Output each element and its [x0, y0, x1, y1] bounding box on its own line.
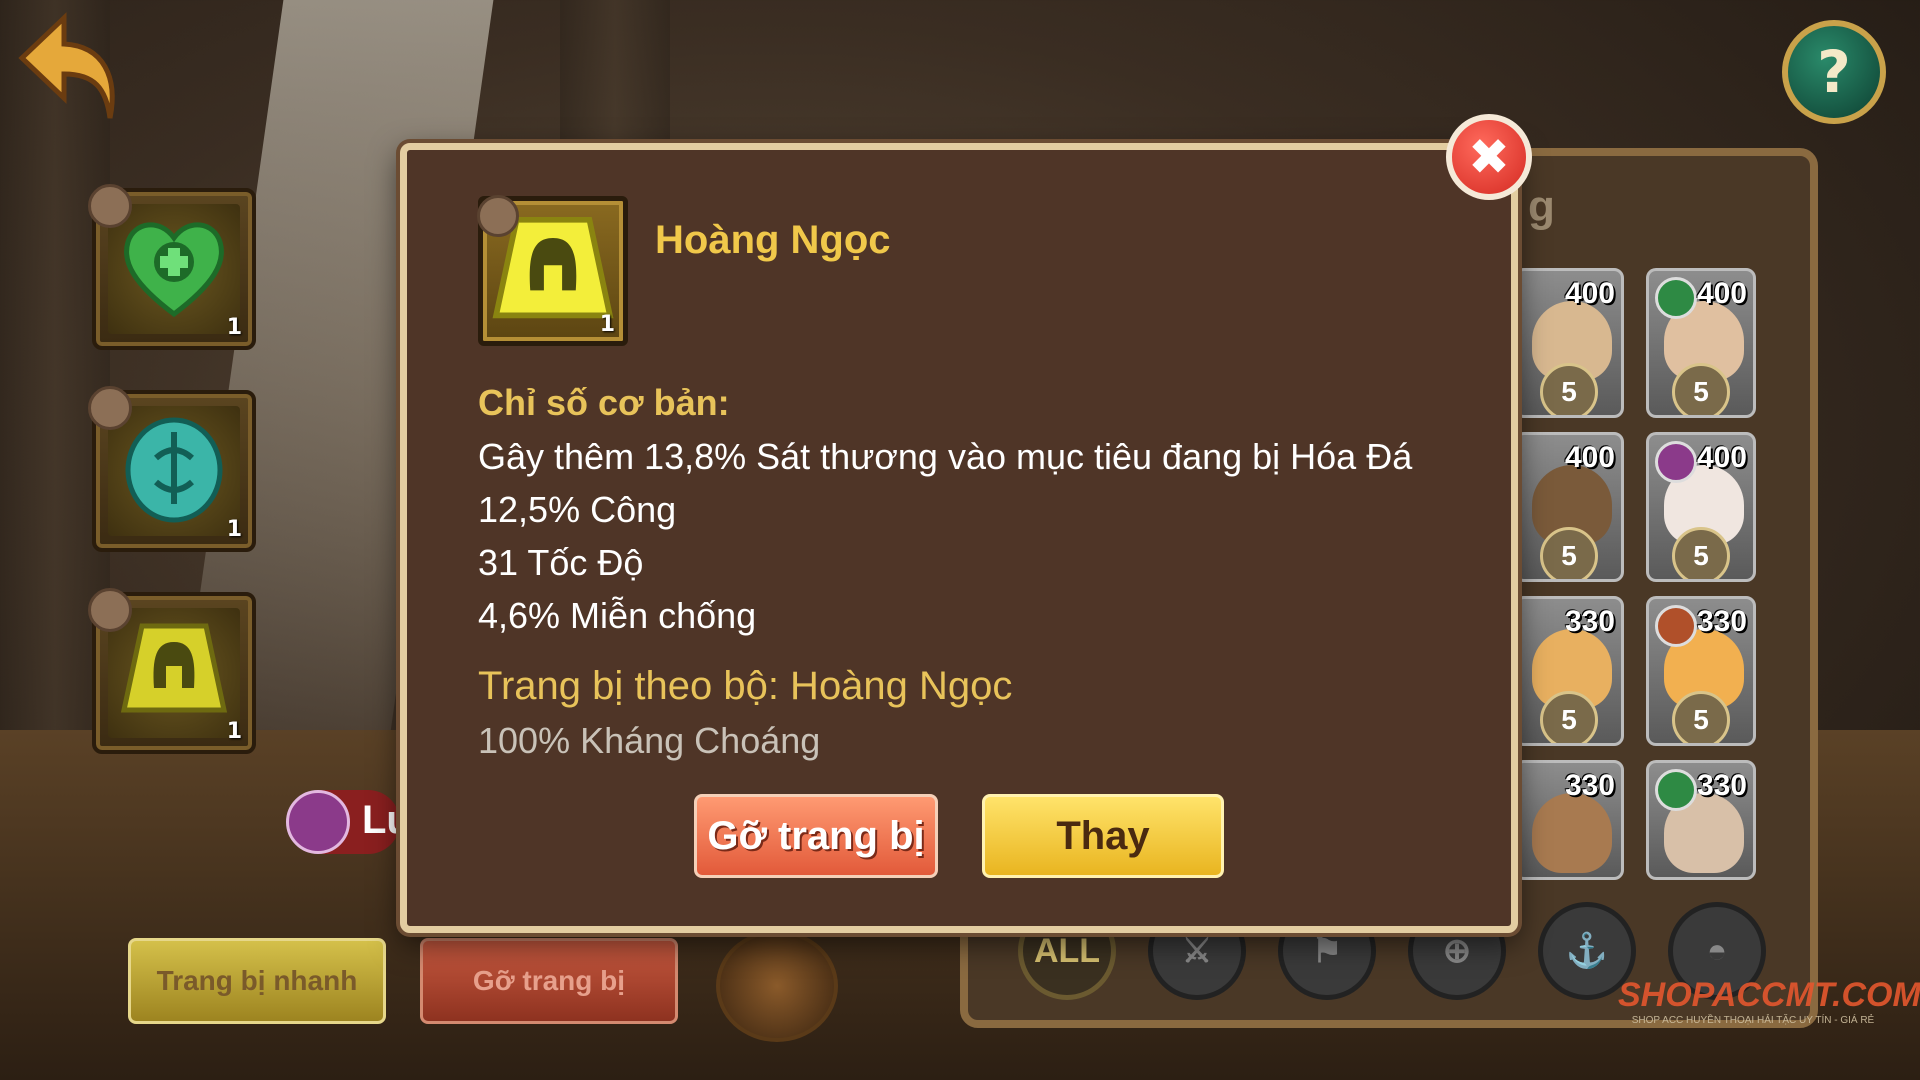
slot-background: [108, 608, 240, 738]
stat-line: 31 Tốc Độ: [478, 542, 644, 583]
help-button[interactable]: ?: [1782, 20, 1886, 124]
equip-slot-1[interactable]: 1: [88, 184, 256, 350]
equip-slot-2[interactable]: 1: [88, 386, 256, 552]
hero-star-badge: 5: [1540, 527, 1598, 579]
item-icon-frame: 1: [477, 195, 628, 346]
hero-name-tag: Lu: [286, 790, 411, 854]
equip-slot-3[interactable]: 1: [88, 588, 256, 754]
hero-card[interactable]: 330: [1514, 760, 1624, 880]
backpack-icon[interactable]: [716, 930, 838, 1042]
slot-background: [108, 204, 240, 334]
hero-star-badge: 5: [1672, 363, 1730, 415]
hero-star-badge: 5: [1672, 527, 1730, 579]
hero-level: 330: [1564, 605, 1615, 638]
close-icon: ✖: [1468, 128, 1510, 186]
eye-class-icon: [1655, 277, 1697, 319]
flag-badge-icon: [88, 386, 132, 430]
flag-badge-icon: [88, 588, 132, 632]
hero-level: 330: [1564, 769, 1615, 802]
hero-star-badge: 5: [1540, 691, 1598, 743]
hero-card[interactable]: 330 5: [1646, 596, 1756, 746]
hero-level: 330: [1696, 605, 1747, 638]
panel-title-partial: g: [1528, 182, 1555, 231]
green-heart-gem-icon: [124, 222, 224, 318]
yellow-helmet-gem-icon: [120, 623, 228, 713]
flag-badge-icon: [477, 195, 519, 237]
hero-level: 400: [1564, 441, 1615, 474]
teal-round-gem-icon: [125, 417, 223, 523]
unequip-button[interactable]: Gỡ trang bị: [694, 794, 938, 878]
hero-card[interactable]: 330 5: [1514, 596, 1624, 746]
hero-portrait: [1532, 793, 1612, 873]
unequip-all-button[interactable]: Gỡ trang bị: [420, 938, 678, 1024]
question-icon: ?: [1817, 38, 1851, 106]
close-button[interactable]: ✖: [1446, 114, 1532, 200]
brain-class-icon: [286, 790, 350, 854]
watermark-logo: SHOPACCMT.COM SHOP ACC HUYỀN THOẠI HẢI T…: [1618, 976, 1920, 1046]
slot-count: 1: [226, 517, 242, 542]
eye-class-icon: [1655, 769, 1697, 811]
hero-card[interactable]: 330: [1646, 760, 1756, 880]
stat-line: 12,5% Công: [478, 489, 677, 530]
slot-background: [108, 406, 240, 536]
watermark-brand: SHOPACCMT.COM: [1618, 976, 1920, 1014]
hero-card[interactable]: 400 5: [1646, 432, 1756, 582]
flag-badge-icon: [88, 184, 132, 228]
back-arrow-icon[interactable]: [14, 8, 124, 126]
item-count: 1: [599, 312, 615, 337]
set-label: Trang bị theo bộ: Hoàng Ngọc: [478, 664, 1013, 708]
slot-count: 1: [226, 315, 242, 340]
hero-level: 400: [1696, 441, 1747, 474]
hero-level: 400: [1564, 277, 1615, 310]
hero-card[interactable]: 400 5: [1514, 432, 1624, 582]
quick-equip-button[interactable]: Trang bị nhanh: [128, 938, 386, 1024]
slot-count: 1: [226, 719, 242, 744]
set-bonus: 100% Kháng Choáng: [478, 720, 821, 761]
hero-level: 330: [1696, 769, 1747, 802]
stat-line: 4,6% Miễn chống: [478, 595, 757, 636]
hero-star-badge: 5: [1672, 691, 1730, 743]
hero-star-badge: 5: [1540, 363, 1598, 415]
watermark-tagline: SHOP ACC HUYỀN THOẠI HẢI TẶC UY TÍN - GI…: [1631, 1015, 1875, 1026]
item-name: Hoàng Ngọc: [655, 218, 891, 262]
fist-class-icon: [1655, 605, 1697, 647]
hero-card[interactable]: 400 5: [1514, 268, 1624, 418]
replace-button[interactable]: Thay: [982, 794, 1224, 878]
base-stats-label: Chỉ số cơ bản:: [478, 382, 730, 423]
brain-class-icon: [1655, 441, 1697, 483]
stat-line: Gây thêm 13,8% Sát thương vào mục tiêu đ…: [478, 436, 1413, 477]
hero-level: 400: [1696, 277, 1747, 310]
hero-card[interactable]: 400 5: [1646, 268, 1756, 418]
